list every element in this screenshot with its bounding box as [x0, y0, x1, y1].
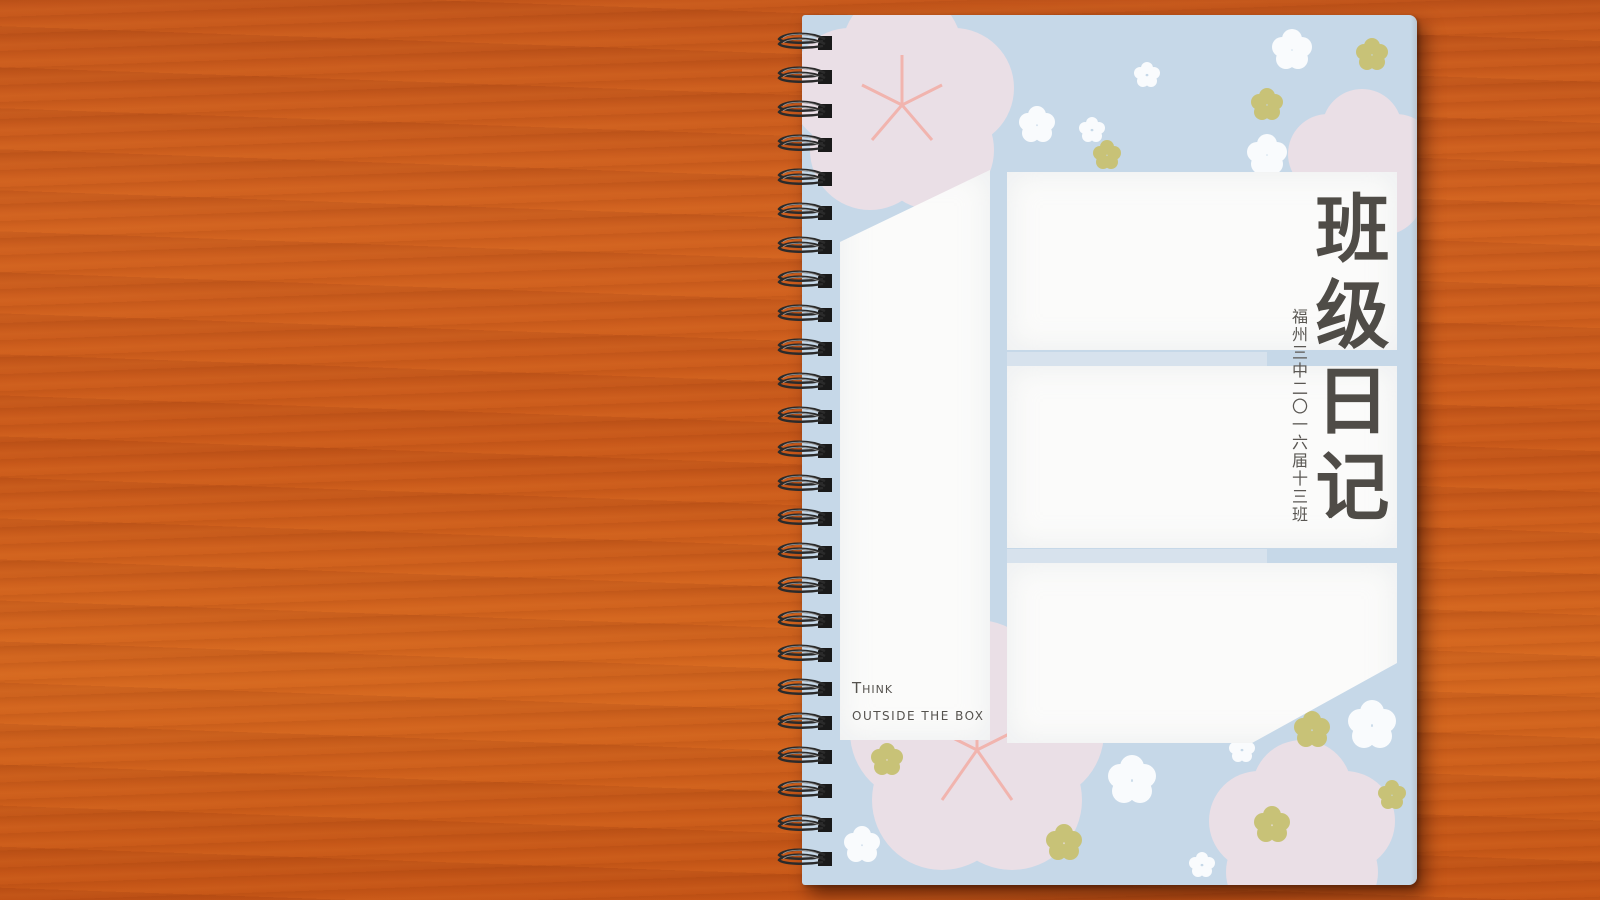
- spiral-ring: [777, 66, 832, 84]
- spiral-ring: [777, 678, 832, 696]
- spiral-ring: [777, 542, 832, 560]
- spiral-ring: [777, 304, 832, 322]
- spiral-ring: [777, 134, 832, 152]
- spiral-ring: [777, 168, 832, 186]
- spiral-ring: [777, 644, 832, 662]
- divider-strip: [1007, 549, 1267, 563]
- divider-strip: [1007, 352, 1267, 366]
- spiral-ring: [777, 406, 832, 424]
- spiral-ring: [777, 814, 832, 832]
- notebook-cover[interactable]: 班级日记 福州三中二〇一六届十三班 Think OUTSIDE THE BOX: [802, 15, 1417, 885]
- spiral-binding: [777, 32, 832, 866]
- spiral-ring: [777, 474, 832, 492]
- cover-title: 班级日记: [1303, 190, 1389, 534]
- spiral-ring: [777, 848, 832, 866]
- spiral-ring: [777, 372, 832, 390]
- spiral-ring: [777, 576, 832, 594]
- spiral-ring: [777, 440, 832, 458]
- cover-subtitle: 福州三中二〇一六届十三班: [1289, 308, 1308, 524]
- spiral-ring: [777, 338, 832, 356]
- cover-panel-left: [840, 170, 990, 740]
- spiral-ring: [777, 508, 832, 526]
- tagline-think: Think: [852, 679, 894, 697]
- spiral-ring: [777, 270, 832, 288]
- spiral-ring: [777, 202, 832, 220]
- spiral-ring: [777, 746, 832, 764]
- spiral-ring: [777, 712, 832, 730]
- spiral-ring: [777, 780, 832, 798]
- spiral-ring: [777, 100, 832, 118]
- spiral-ring: [777, 32, 832, 50]
- spiral-ring: [777, 236, 832, 254]
- spiral-ring: [777, 610, 832, 628]
- tagline-outside-the-box: OUTSIDE THE BOX: [852, 709, 985, 723]
